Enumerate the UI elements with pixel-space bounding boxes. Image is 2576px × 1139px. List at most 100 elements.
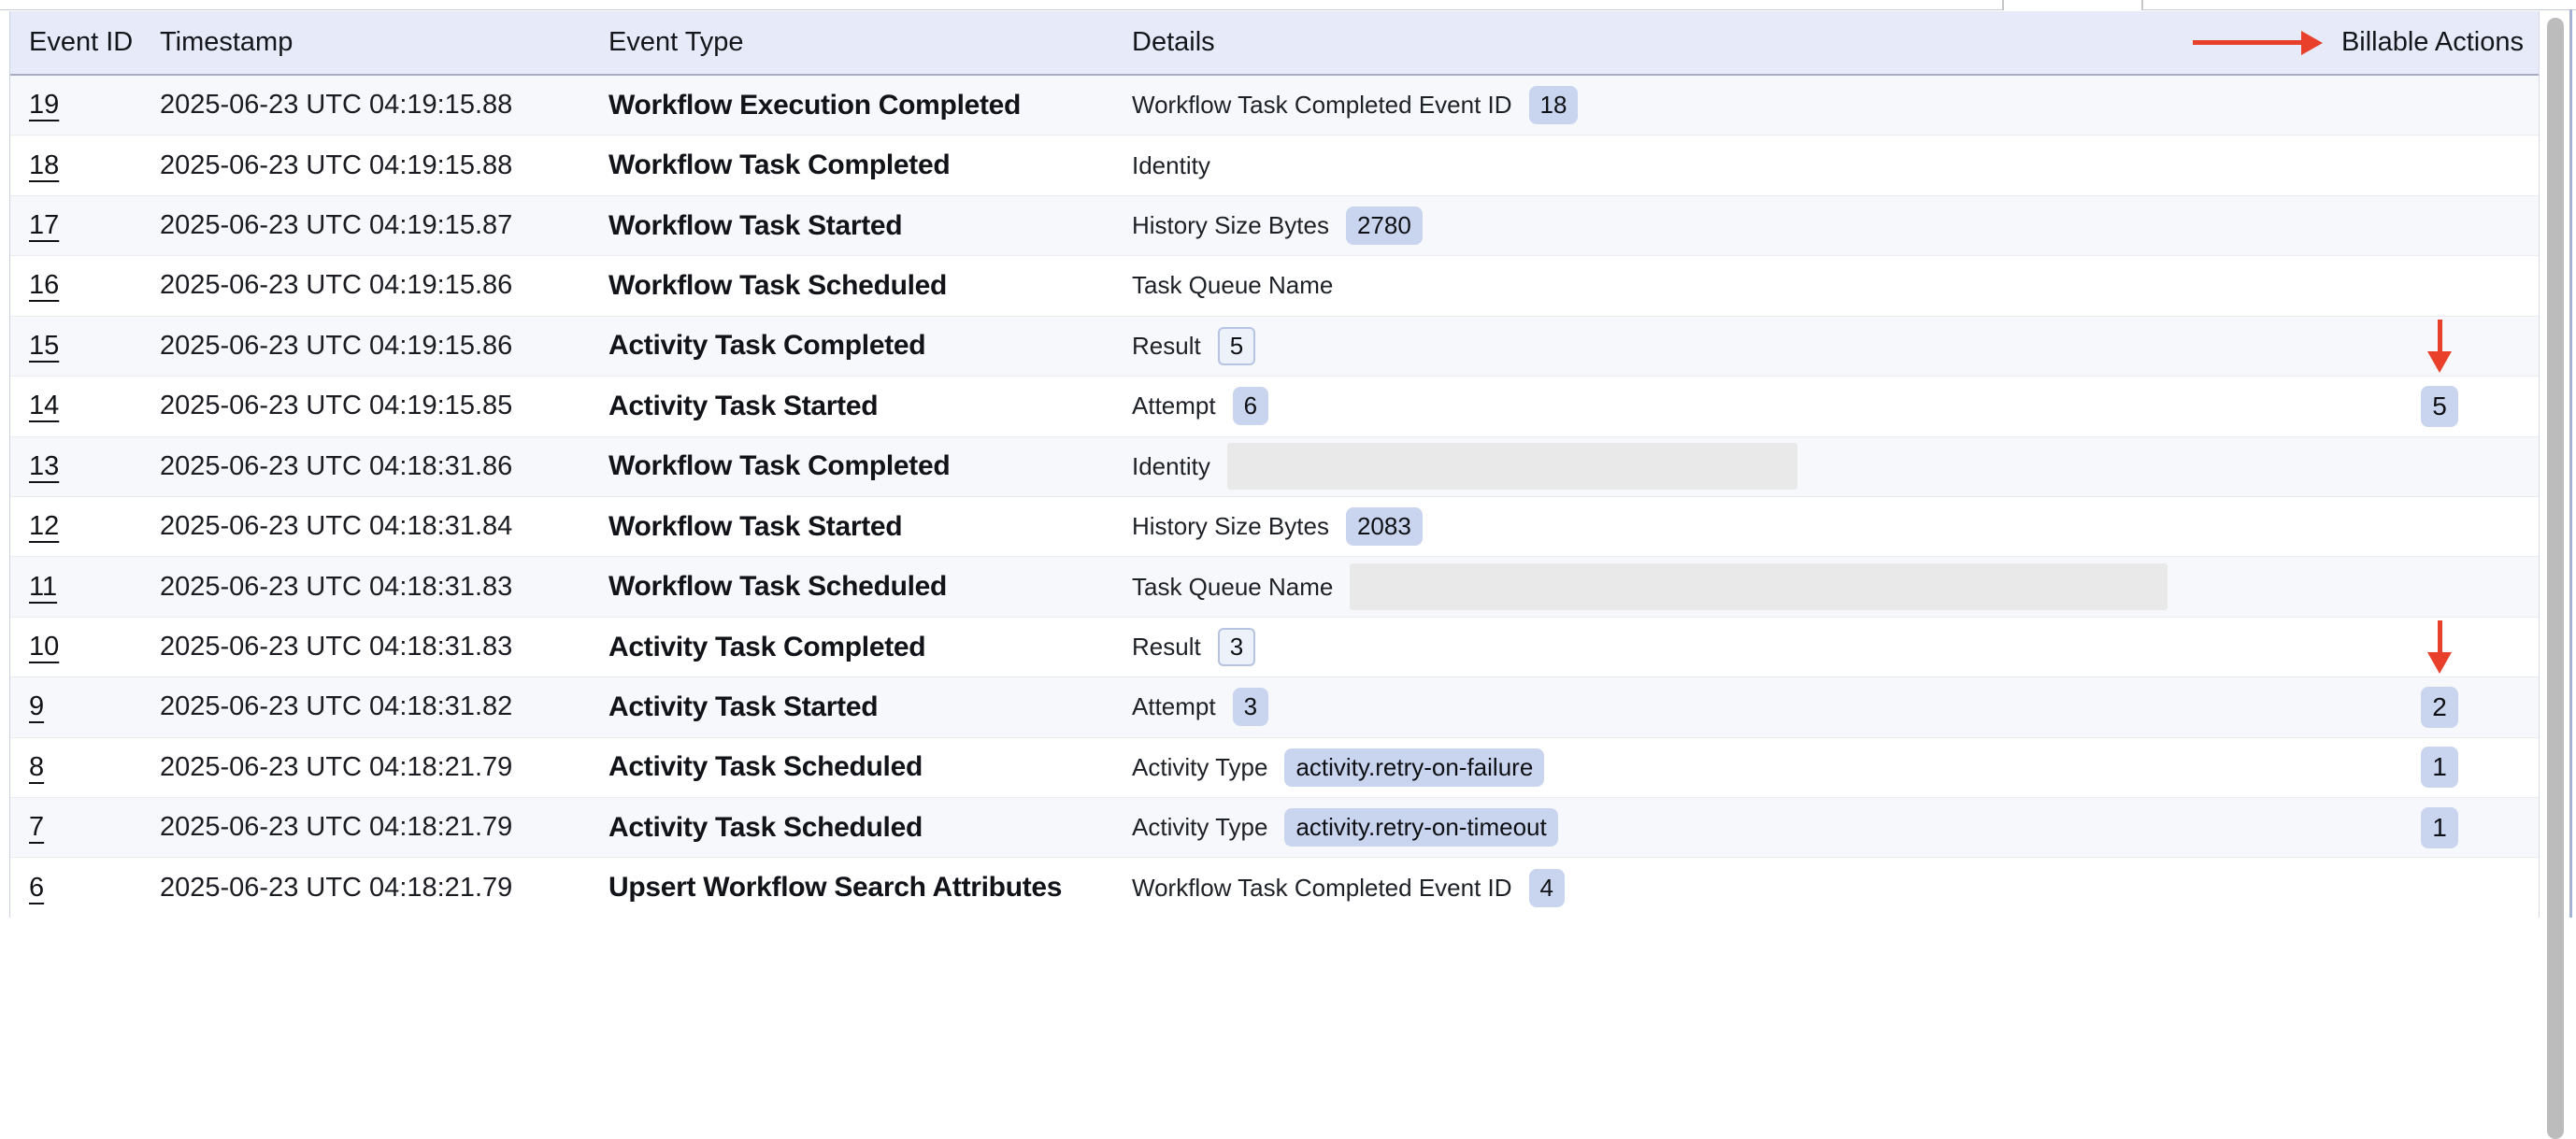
- table-row[interactable]: 16 2025-06-23 UTC 04:19:15.86 Workflow T…: [10, 256, 2539, 316]
- table-row[interactable]: 15 2025-06-23 UTC 04:19:15.86 Activity T…: [10, 317, 2539, 377]
- detail-value-chip: 2083: [1346, 507, 1423, 546]
- event-type: Workflow Task Scheduled: [608, 571, 1132, 603]
- table-row[interactable]: 19 2025-06-23 UTC 04:19:15.88 Workflow E…: [10, 76, 2539, 135]
- timestamp: 2025-06-23 UTC 04:18:31.82: [160, 691, 608, 722]
- event-id-link[interactable]: 9: [29, 691, 44, 721]
- table-row[interactable]: 9 2025-06-23 UTC 04:18:31.82 Activity Ta…: [10, 677, 2539, 737]
- detail-label: History Size Bytes: [1132, 512, 1329, 541]
- detail-label: Task Queue Name: [1132, 573, 1333, 602]
- table-row[interactable]: 12 2025-06-23 UTC 04:18:31.84 Workflow T…: [10, 497, 2539, 557]
- event-history-table: Event ID Timestamp Event Type Details Bi…: [9, 11, 2540, 918]
- red-arrow-down-annotation: [2427, 320, 2452, 373]
- event-type: Activity Task Started: [608, 691, 1132, 723]
- detail-value-chip: 2780: [1346, 206, 1423, 245]
- event-id-link[interactable]: 7: [29, 812, 44, 842]
- billable-actions-count: 1: [2421, 807, 2458, 848]
- timestamp: 2025-06-23 UTC 04:19:15.87: [160, 210, 608, 241]
- redacted-value-block: [1227, 443, 1797, 490]
- detail-label: Result: [1132, 332, 1201, 361]
- timestamp: 2025-06-23 UTC 04:19:15.86: [160, 331, 608, 362]
- detail-label: Task Queue Name: [1132, 271, 1333, 300]
- detail-label: Attempt: [1132, 392, 1216, 420]
- billable-actions-count: 1: [2421, 747, 2458, 788]
- event-id-link[interactable]: 16: [29, 270, 59, 300]
- column-header-details: Details: [1132, 27, 2297, 58]
- timestamp: 2025-06-23 UTC 04:19:15.88: [160, 150, 608, 181]
- event-type: Workflow Task Completed: [608, 450, 1132, 482]
- detail-label: Workflow Task Completed Event ID: [1132, 874, 1512, 903]
- table-row[interactable]: 11 2025-06-23 UTC 04:18:31.83 Workflow T…: [10, 557, 2539, 617]
- detail-label: Workflow Task Completed Event ID: [1132, 91, 1512, 120]
- detail-value-outlined-chip: 5: [1218, 327, 1255, 365]
- detail-label: Attempt: [1132, 692, 1216, 721]
- event-id-link[interactable]: 12: [29, 511, 59, 541]
- event-type: Upsert Workflow Search Attributes: [608, 872, 1132, 904]
- timestamp: 2025-06-23 UTC 04:18:21.79: [160, 873, 608, 904]
- timestamp: 2025-06-23 UTC 04:18:21.79: [160, 752, 608, 783]
- table-row[interactable]: 18 2025-06-23 UTC 04:19:15.88 Workflow T…: [10, 135, 2539, 195]
- table-row[interactable]: 8 2025-06-23 UTC 04:18:21.79 Activity Ta…: [10, 738, 2539, 798]
- detail-value-chip: activity.retry-on-failure: [1284, 748, 1544, 787]
- column-header-billable-actions: Billable Actions: [2297, 27, 2539, 58]
- event-id-link[interactable]: 8: [29, 752, 44, 782]
- event-type: Workflow Task Started: [608, 511, 1132, 543]
- event-id-link[interactable]: 19: [29, 90, 59, 120]
- table-row[interactable]: 13 2025-06-23 UTC 04:18:31.86 Workflow T…: [10, 437, 2539, 497]
- column-header-event-id: Event ID: [10, 27, 160, 58]
- table-row[interactable]: 10 2025-06-23 UTC 04:18:31.83 Activity T…: [10, 618, 2539, 677]
- event-type: Activity Task Started: [608, 391, 1132, 422]
- event-type: Activity Task Completed: [608, 632, 1132, 663]
- event-id-link[interactable]: 17: [29, 210, 59, 240]
- table-row[interactable]: 14 2025-06-23 UTC 04:19:15.85 Activity T…: [10, 377, 2539, 436]
- event-type: Workflow Task Scheduled: [608, 270, 1132, 302]
- timestamp: 2025-06-23 UTC 04:19:15.88: [160, 90, 608, 121]
- top-element-bottom-edge: [2002, 0, 2143, 10]
- table-header-row: Event ID Timestamp Event Type Details Bi…: [10, 11, 2539, 76]
- detail-value-outlined-chip: 3: [1218, 628, 1255, 666]
- detail-value-chip: 3: [1233, 688, 1268, 726]
- event-type: Workflow Task Completed: [608, 149, 1132, 181]
- detail-label: Identity: [1132, 151, 1210, 180]
- event-id-link[interactable]: 18: [29, 150, 59, 180]
- detail-value-chip: 6: [1233, 387, 1268, 425]
- scrollbar-thumb[interactable]: [2547, 18, 2564, 1139]
- timestamp: 2025-06-23 UTC 04:18:31.83: [160, 572, 608, 603]
- billable-actions-label: Billable Actions: [2341, 27, 2524, 58]
- window-right-border: [2569, 9, 2572, 918]
- timestamp: 2025-06-23 UTC 04:19:15.86: [160, 270, 608, 301]
- detail-label: Identity: [1132, 452, 1210, 481]
- column-header-event-type: Event Type: [608, 27, 1132, 58]
- detail-value-chip: activity.retry-on-timeout: [1284, 808, 1557, 847]
- billable-cell: [2427, 618, 2452, 676]
- event-type: Activity Task Scheduled: [608, 751, 1132, 783]
- detail-label: History Size Bytes: [1132, 211, 1329, 240]
- event-id-link[interactable]: 15: [29, 331, 59, 361]
- billable-actions-count: 2: [2421, 687, 2458, 728]
- top-strip: [0, 0, 2576, 10]
- table-row[interactable]: 17 2025-06-23 UTC 04:19:15.87 Workflow T…: [10, 196, 2539, 256]
- event-id-link[interactable]: 6: [29, 873, 44, 903]
- red-arrow-down-annotation: [2427, 620, 2452, 674]
- detail-label: Result: [1132, 633, 1201, 662]
- event-id-link[interactable]: 13: [29, 451, 59, 481]
- event-type: Workflow Task Started: [608, 210, 1132, 242]
- timestamp: 2025-06-23 UTC 04:19:15.85: [160, 391, 608, 421]
- redacted-value-block: [1350, 563, 2168, 610]
- detail-value-chip: 18: [1529, 86, 1579, 124]
- detail-label: Activity Type: [1132, 813, 1267, 842]
- event-type: Activity Task Completed: [608, 330, 1132, 362]
- timestamp: 2025-06-23 UTC 04:18:31.83: [160, 632, 608, 662]
- billable-cell: 2: [2421, 677, 2458, 736]
- table-row[interactable]: 7 2025-06-23 UTC 04:18:21.79 Activity Ta…: [10, 798, 2539, 858]
- detail-label: Activity Type: [1132, 753, 1267, 782]
- timestamp: 2025-06-23 UTC 04:18:31.86: [160, 451, 608, 482]
- event-id-link[interactable]: 14: [29, 391, 59, 420]
- billable-actions-count: 5: [2421, 386, 2458, 427]
- table-row[interactable]: 6 2025-06-23 UTC 04:18:21.79 Upsert Work…: [10, 858, 2539, 917]
- billable-cell: [2427, 317, 2452, 376]
- red-arrow-right-annotation: [2193, 31, 2323, 55]
- event-id-link[interactable]: 11: [29, 572, 57, 602]
- timestamp: 2025-06-23 UTC 04:18:31.84: [160, 511, 608, 542]
- event-type: Workflow Execution Completed: [608, 90, 1132, 121]
- event-id-link[interactable]: 10: [29, 632, 59, 662]
